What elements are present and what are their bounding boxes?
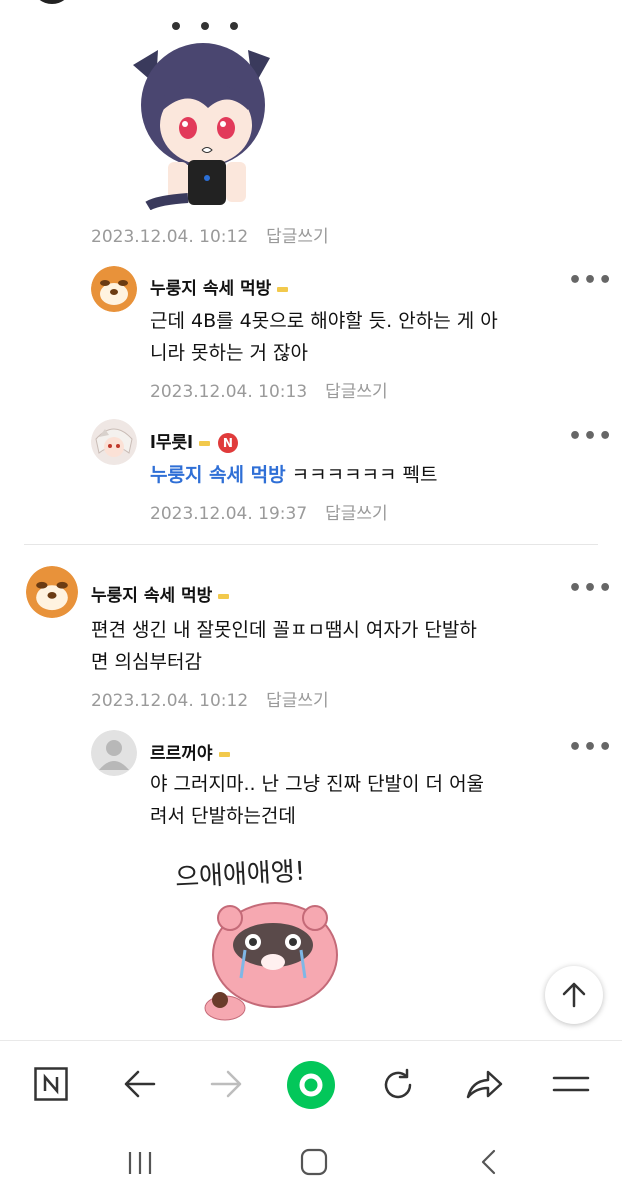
comment-text-line: 근데 4B를 4못으로 해야할 듯. 안하는 게 아 — [150, 310, 498, 332]
more-options-icon[interactable]: ••• — [568, 735, 613, 760]
author-name[interactable]: 누룽지 속세 먹방 — [150, 279, 271, 299]
level-badge-icon — [218, 593, 230, 599]
comment-meta: 2023.12.04. 10:12 답글쓰기 — [91, 686, 329, 711]
system-navigation-bar — [0, 1126, 622, 1200]
author-name[interactable]: 누룽지 속세 먹방 — [91, 586, 212, 606]
more-options-icon[interactable]: ••• — [568, 576, 613, 601]
comment-author[interactable]: l무릇l N — [150, 428, 238, 453]
home-circle-icon[interactable] — [287, 1061, 335, 1109]
new-badge: N — [217, 433, 238, 453]
comment-date: 2023.12.04. 10:13 — [150, 382, 308, 402]
level-badge-icon — [218, 751, 230, 757]
comment-date: 2023.12.04. 19:37 — [150, 504, 308, 524]
comment-author[interactable]: 누룽지 속세 먹방 — [150, 274, 289, 299]
n-logo-icon[interactable] — [34, 1067, 68, 1101]
comment-text-line: 니라 못하는 거 잖아 — [150, 342, 308, 364]
more-options-icon[interactable]: ••• — [568, 424, 613, 449]
avatar[interactable] — [91, 419, 137, 465]
author-name[interactable]: l무릇l — [150, 433, 193, 453]
back-arrow-icon[interactable] — [122, 1069, 156, 1099]
avatar[interactable] — [91, 266, 137, 312]
comment-meta: 2023.12.04. 19:37 답글쓰기 — [150, 499, 388, 524]
comment-text-line: 려서 단발하는건데 — [150, 805, 296, 827]
scroll-to-top-button[interactable] — [545, 966, 603, 1024]
sticker-crying-raccoon: 으애애애앵! — [174, 850, 375, 1030]
comment-author[interactable]: 르르꺼야 — [150, 739, 230, 764]
back-icon[interactable] — [478, 1148, 500, 1176]
comment-text: 근데 4B를 4못으로 해야할 듯. 안하는 게 아 니라 못하는 거 잖아 — [150, 305, 600, 369]
divider — [24, 544, 598, 545]
more-options-icon[interactable]: ••• — [568, 268, 613, 293]
share-icon[interactable] — [464, 1067, 504, 1101]
reply-button[interactable]: 답글쓰기 — [266, 227, 329, 247]
comment-date: 2023.12.04. 10:12 — [91, 227, 249, 247]
comment-meta: 2023.12.04. 10:12 답글쓰기 — [91, 222, 329, 247]
avatar-default[interactable] — [91, 730, 137, 776]
comment-text-line: 편견 생긴 내 잘못인데 꼴ㅍㅁ땜시 여자가 단발하 — [91, 619, 477, 641]
reply-button[interactable]: 답글쓰기 — [325, 504, 388, 524]
sticker-catgirl — [128, 10, 278, 211]
comment-text-line: 면 의심부터감 — [91, 651, 202, 673]
author-name[interactable]: 르르꺼야 — [150, 744, 213, 764]
level-badge-icon — [277, 286, 289, 292]
menu-icon[interactable] — [552, 1073, 590, 1095]
comment-author[interactable]: 누룽지 속세 먹방 — [91, 581, 230, 606]
arrow-up-icon — [562, 982, 586, 1008]
level-badge-icon — [198, 440, 210, 446]
comment-date: 2023.12.04. 10:12 — [91, 691, 249, 711]
comment-text: 누룽지 속세 먹방 ㅋㅋㅋㅋㅋㅋ 펙트 — [150, 459, 600, 491]
browser-bottom-bar — [0, 1040, 622, 1127]
refresh-icon[interactable] — [380, 1067, 416, 1103]
home-icon[interactable] — [300, 1148, 328, 1176]
avatar[interactable] — [26, 566, 78, 618]
comment-text-body: ㅋㅋㅋㅋㅋㅋ 펙트 — [291, 464, 438, 486]
mention-link[interactable]: 누룽지 속세 먹방 — [150, 464, 286, 486]
forward-arrow-icon[interactable] — [210, 1069, 244, 1099]
comment-text-line: 야 그러지마.. 난 그냥 진짜 단발이 더 어울 — [150, 773, 485, 795]
reply-button[interactable]: 답글쓰기 — [266, 691, 329, 711]
comment-meta: 2023.12.04. 10:13 답글쓰기 — [150, 377, 388, 402]
comment-text: 편견 생긴 내 잘못인데 꼴ㅍㅁ땜시 여자가 단발하 면 의심부터감 — [91, 614, 601, 678]
comment-text: 야 그러지마.. 난 그냥 진짜 단발이 더 어울 려서 단발하는건데 — [150, 768, 600, 832]
reply-button[interactable]: 답글쓰기 — [325, 382, 388, 402]
avatar-partial — [34, 0, 70, 4]
recents-icon[interactable] — [126, 1150, 154, 1176]
